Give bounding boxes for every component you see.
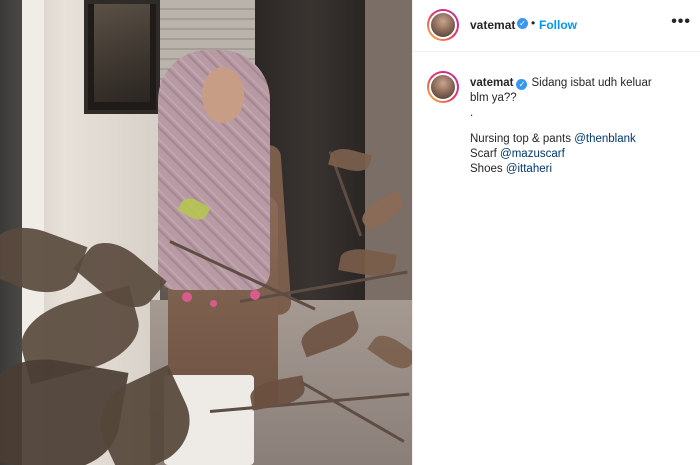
instagram-post: vatemat ✓ • Follow ••• vatemat ✓ Sidang is… — [0, 0, 700, 465]
caption-line-2: blm ya?? — [470, 92, 517, 104]
mention-link[interactable]: @ittaheri — [506, 163, 552, 175]
post-header: vatemat ✓ • Follow ••• — [413, 0, 700, 52]
header-separator: • — [531, 16, 536, 30]
credit-line-shoes: Shoes @ittaheri — [470, 162, 695, 177]
photo-blossom — [250, 290, 260, 300]
header-avatar[interactable] — [427, 9, 459, 41]
verified-badge-icon: ✓ — [516, 79, 528, 90]
follow-button[interactable]: Follow — [539, 18, 577, 32]
caption-username[interactable]: vatemat — [470, 77, 513, 89]
photo-blossom — [210, 300, 217, 307]
verified-badge-icon: ✓ — [517, 18, 528, 29]
post-sidebar: vatemat ✓ • Follow ••• vatemat ✓ Sidang is… — [412, 0, 700, 465]
mention-link[interactable]: @thenblank — [574, 133, 636, 145]
caption-avatar[interactable] — [427, 71, 459, 103]
caption-line-1: Sidang isbat udh keluar — [531, 77, 652, 89]
more-options-icon[interactable]: ••• — [671, 13, 691, 31]
photo-wall-frame — [84, 0, 160, 114]
credit-line-top-pants: Nursing top & pants @thenblank — [470, 132, 695, 147]
post-photo[interactable] — [0, 0, 412, 465]
credit-label: Shoes — [470, 163, 503, 175]
credit-label: Nursing top & pants — [470, 133, 572, 145]
caption-text: vatemat ✓ Sidang isbat udh keluar blm ya??… — [470, 76, 695, 177]
photo-blossom — [182, 292, 192, 302]
credit-line-scarf: Scarf @mazuscarf — [470, 147, 695, 162]
caption-dot-line: . — [470, 107, 474, 119]
credit-label: Scarf — [470, 148, 497, 160]
mention-link[interactable]: @mazuscarf — [500, 148, 565, 160]
header-username[interactable]: vatemat — [470, 18, 515, 32]
